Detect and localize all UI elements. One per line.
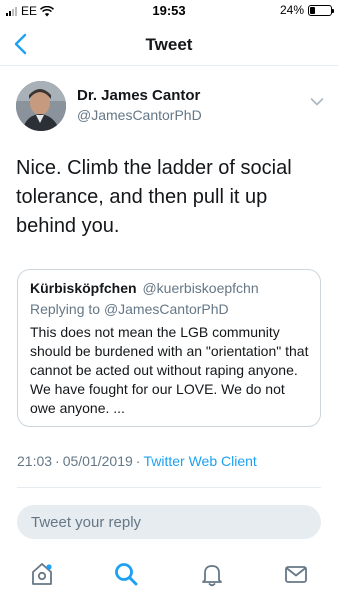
reply-input[interactable]: Tweet your reply	[17, 505, 321, 539]
quoted-author-handle: @kuerbiskoepfchn	[142, 280, 259, 296]
tweet-time: 21:03	[17, 453, 53, 469]
battery-icon	[308, 4, 334, 16]
meta-separator: ·	[55, 453, 60, 469]
replying-to-handle: @JamesCantorPhD	[103, 301, 229, 317]
divider	[17, 487, 321, 488]
tweet-date: 05/01/2019	[62, 453, 133, 469]
quoted-replying-to: Replying to @JamesCantorPhD	[30, 301, 229, 317]
nav-bar: Tweet	[0, 22, 338, 66]
tweet-client-link[interactable]: Twitter Web Client	[143, 453, 256, 469]
page-title: Tweet	[145, 35, 193, 54]
meta-separator: ·	[135, 453, 141, 469]
avatar[interactable]	[16, 81, 66, 131]
replying-label: Replying to	[30, 301, 101, 317]
author-name[interactable]: Dr. James Cantor	[77, 87, 200, 104]
quoted-tweet[interactable]: Kürbisköpfchen @kuerbiskoepfchn Replying…	[17, 269, 321, 427]
author-handle[interactable]: @JamesCantorPhD	[77, 107, 202, 123]
more-options-button[interactable]	[310, 94, 324, 106]
notifications-icon	[202, 565, 222, 587]
messages-icon	[285, 566, 307, 583]
home-icon	[32, 563, 52, 585]
quoted-author-name: Kürbisköpfchen	[30, 280, 137, 296]
chevron-down-icon	[310, 98, 324, 106]
quoted-tweet-text: This does not mean the LGB community sho…	[30, 324, 309, 416]
avatar-image	[16, 81, 66, 131]
tab-messages[interactable]	[282, 560, 310, 588]
quoted-tweet-header: Kürbisköpfchen @kuerbiskoepfchn	[30, 280, 259, 296]
tweet-text: Nice. Climb the ladder of social toleran…	[16, 157, 292, 237]
reply-placeholder: Tweet your reply	[31, 514, 142, 531]
status-bar: EE 19:53 24%	[0, 0, 338, 22]
status-right: 24%	[279, 3, 334, 17]
tweet-meta: 21:03 · 05/01/2019 · Twitter Web Client	[17, 453, 257, 469]
battery-percent: 24%	[279, 3, 304, 17]
tab-search[interactable]	[112, 560, 140, 588]
tab-home[interactable]	[28, 560, 56, 588]
search-icon	[115, 563, 138, 586]
tab-notifications[interactable]	[198, 560, 226, 588]
battery-level	[310, 6, 315, 14]
tab-bar	[0, 552, 338, 600]
